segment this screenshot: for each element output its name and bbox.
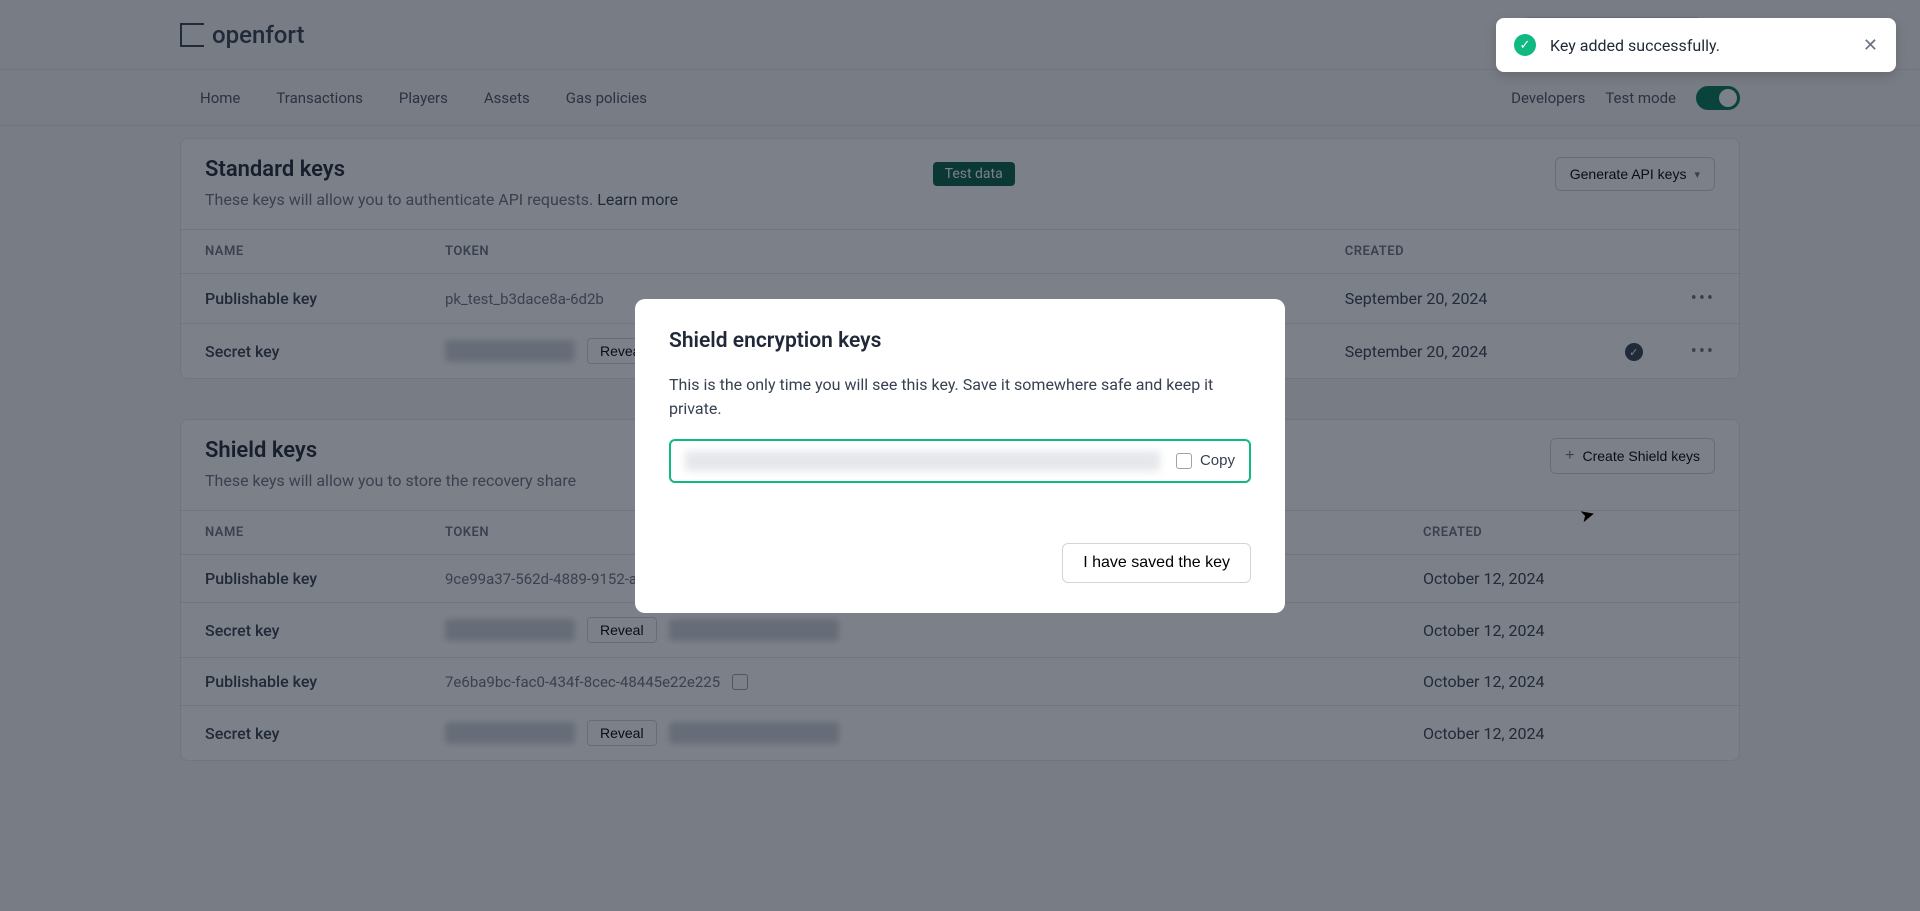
- toast-text: Key added successfully.: [1550, 36, 1720, 55]
- shield-key-modal: Shield encryption keys This is the only …: [635, 299, 1285, 613]
- toast-close-button[interactable]: ✕: [1863, 35, 1878, 56]
- saved-key-button[interactable]: I have saved the key: [1062, 543, 1251, 583]
- success-toast: ✓ Key added successfully. ✕: [1496, 18, 1896, 72]
- check-circle-icon: ✓: [1514, 34, 1536, 56]
- clipboard-icon: [1176, 453, 1192, 469]
- modal-desc: This is the only time you will see this …: [669, 373, 1251, 421]
- key-display-box: Copy: [669, 439, 1251, 483]
- key-value-hidden: [685, 451, 1160, 471]
- copy-key-button[interactable]: Copy: [1176, 452, 1235, 469]
- modal-title: Shield encryption keys: [669, 329, 1251, 353]
